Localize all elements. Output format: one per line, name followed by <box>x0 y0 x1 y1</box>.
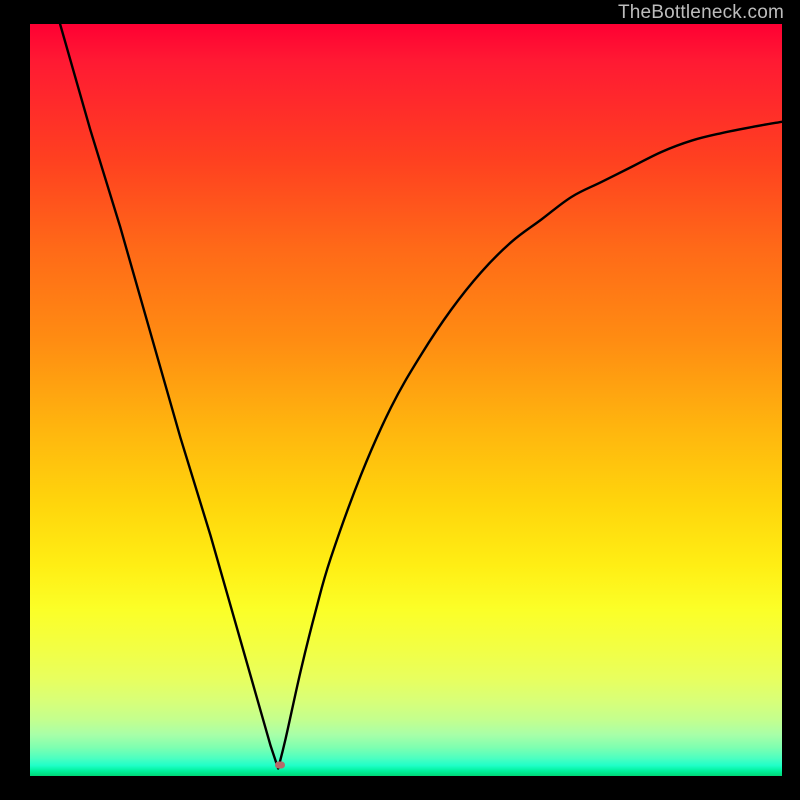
chart-frame: TheBottleneck.com <box>0 0 800 800</box>
optimum-marker <box>275 761 285 768</box>
bottleneck-curve <box>30 24 782 776</box>
plot-area <box>30 24 782 776</box>
watermark-text: TheBottleneck.com <box>618 2 784 24</box>
